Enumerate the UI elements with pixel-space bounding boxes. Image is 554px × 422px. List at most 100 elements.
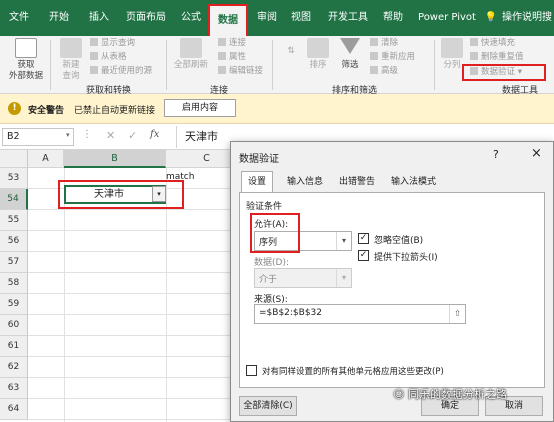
close-button[interactable]: ×	[531, 146, 542, 161]
watermark: ☺ 同乐的数据分析之路	[393, 386, 507, 402]
tab-home[interactable]: 开始	[44, 0, 74, 36]
clear-all-button[interactable]: 全部清除(C)	[239, 396, 297, 416]
tab-input-message[interactable]: 输入信息	[281, 172, 329, 192]
properties-button[interactable]: 属性	[218, 52, 246, 63]
confirm-icon[interactable]: ✓	[128, 129, 137, 142]
recent-sources-button[interactable]: 最近使用的源	[90, 66, 152, 77]
data-select: 介于 ▾	[254, 268, 352, 288]
cancel-icon[interactable]: ✕	[106, 129, 115, 142]
get-external-data-button[interactable]: 获取 外部数据	[6, 38, 46, 82]
filter-button[interactable]: 筛选	[336, 38, 364, 71]
sort-icon	[307, 38, 329, 58]
tab-error-alert[interactable]: 出错警告	[333, 172, 381, 192]
text-to-columns-button[interactable]: 分列	[440, 38, 464, 71]
refresh-all-button[interactable]: 全部刷新	[172, 38, 210, 71]
enable-content-button[interactable]: 启用内容	[164, 99, 236, 117]
function-icon[interactable]: fx	[150, 129, 159, 140]
advanced-button[interactable]: 高级	[370, 66, 398, 77]
row-header-54[interactable]: 54	[0, 189, 28, 210]
tab-help[interactable]: 帮助	[378, 0, 408, 36]
row-header-59[interactable]: 59	[0, 294, 28, 315]
warning-icon: !	[8, 102, 21, 115]
range-select-icon[interactable]: ⇧	[449, 305, 465, 323]
sort-button[interactable]: 排序	[304, 38, 332, 71]
dropdown-checkbox[interactable]: ✓	[358, 250, 369, 261]
column-header-b[interactable]: B	[64, 150, 166, 168]
flash-fill-icon	[470, 38, 478, 46]
recent-sources-label: 最近使用的源	[101, 66, 153, 76]
show-queries-button[interactable]: 显示查询	[90, 38, 135, 49]
watermark-text: 同乐的数据分析之路	[407, 388, 507, 401]
highlight-data-validation	[462, 64, 546, 81]
advanced-icon	[370, 66, 378, 74]
link-icon	[218, 38, 226, 46]
name-box-dropdown-icon[interactable]: ▾	[66, 131, 70, 139]
highlight-allow	[250, 213, 300, 253]
highlight-dropdown-cell	[58, 180, 184, 209]
tab-file[interactable]: 文件	[4, 0, 34, 36]
ribbon: 获取 外部数据 新建 查询 显示查询 从表格 最近使用的源 获取和转换 全部刷新…	[0, 36, 554, 96]
source-value: =$B$2:$B$32	[259, 308, 323, 318]
security-title: 安全警告	[28, 106, 65, 116]
row-header-53[interactable]: 53	[0, 168, 28, 189]
tab-page-layout[interactable]: 页面布局	[120, 0, 172, 36]
clear-label: 清除	[381, 38, 399, 48]
clear-button[interactable]: 清除	[370, 38, 398, 49]
select-all-corner[interactable]	[0, 150, 28, 168]
sort-az-icon[interactable]: ⇅	[278, 46, 304, 57]
tab-power-pivot[interactable]: Power Pivot	[416, 0, 478, 36]
tab-review[interactable]: 审阅	[252, 0, 282, 36]
row-header-63[interactable]: 63	[0, 378, 28, 399]
dropdown-label: 提供下拉箭头(I)	[374, 253, 438, 263]
ignore-blank-checkbox[interactable]: ✓	[358, 233, 369, 244]
row-header-57[interactable]: 57	[0, 252, 28, 273]
help-button[interactable]: ?	[493, 148, 499, 161]
settings-panel: 验证条件 允许(A): 序列 ▾ ✓ 忽略空值(B) ✓ 提供下拉箭头(I) 数…	[239, 192, 545, 388]
table-icon	[90, 52, 98, 60]
row-header-64[interactable]: 64	[0, 399, 28, 420]
data-value: 介于	[259, 275, 278, 285]
row-header-55[interactable]: 55	[0, 210, 28, 231]
row-header-60[interactable]: 60	[0, 315, 28, 336]
lightbulb-icon[interactable]: 💡	[484, 0, 498, 36]
funnel-icon	[340, 38, 360, 54]
edit-links-button[interactable]: 编辑链接	[218, 66, 263, 77]
filter-label: 筛选	[341, 60, 359, 70]
advanced-label: 高级	[381, 66, 399, 76]
apply-all-label: 对有同样设置的所有其他单元格应用这些更改(P)	[262, 367, 444, 377]
chevron-down-icon: ▾	[336, 232, 351, 250]
apply-all-checkbox[interactable]	[246, 365, 257, 376]
name-box[interactable]: B2	[2, 128, 74, 146]
row-header-56[interactable]: 56	[0, 231, 28, 252]
reapply-button[interactable]: 重新应用	[370, 52, 415, 63]
source-input[interactable]: =$B$2:$B$32 ⇧	[254, 304, 466, 324]
row-header-62[interactable]: 62	[0, 357, 28, 378]
from-table-button[interactable]: 从表格	[90, 52, 127, 63]
tab-developer[interactable]: 开发工具	[322, 0, 374, 36]
flash-fill-button[interactable]: 快速填充	[470, 38, 515, 49]
chevron-down-icon: ▾	[336, 269, 351, 287]
tab-ime-mode[interactable]: 输入法模式	[385, 172, 442, 192]
connections-button[interactable]: 连接	[218, 38, 246, 49]
tab-insert[interactable]: 插入	[84, 0, 114, 36]
remove-duplicates-button[interactable]: 删除重复值	[470, 52, 524, 63]
get-external-label: 获取 外部数据	[8, 60, 43, 81]
data-validation-dialog: 数据验证 ? × 设置 输入信息 出错警告 输入法模式 验证条件 允许(A): …	[230, 141, 554, 422]
sort-label: 排序	[309, 60, 327, 70]
tell-me-search[interactable]: 操作说明搜	[502, 0, 554, 36]
data-label: 数据(D):	[254, 258, 289, 268]
remove-duplicates-icon	[470, 52, 478, 60]
tab-data[interactable]: 数据	[208, 4, 248, 36]
wechat-icon: ☺	[393, 388, 405, 401]
row-header-58[interactable]: 58	[0, 273, 28, 294]
tab-settings[interactable]: 设置	[241, 171, 274, 193]
tab-formulas[interactable]: 公式	[176, 0, 206, 36]
tab-view[interactable]: 视图	[286, 0, 316, 36]
row-header-61[interactable]: 61	[0, 336, 28, 357]
edit-links-label: 编辑链接	[229, 66, 264, 76]
split-columns-label: 分列	[443, 60, 461, 70]
clock-icon	[90, 66, 98, 74]
new-query-button[interactable]: 新建 查询	[56, 38, 86, 82]
column-header-a[interactable]: A	[28, 150, 64, 168]
clear-icon	[370, 38, 378, 46]
